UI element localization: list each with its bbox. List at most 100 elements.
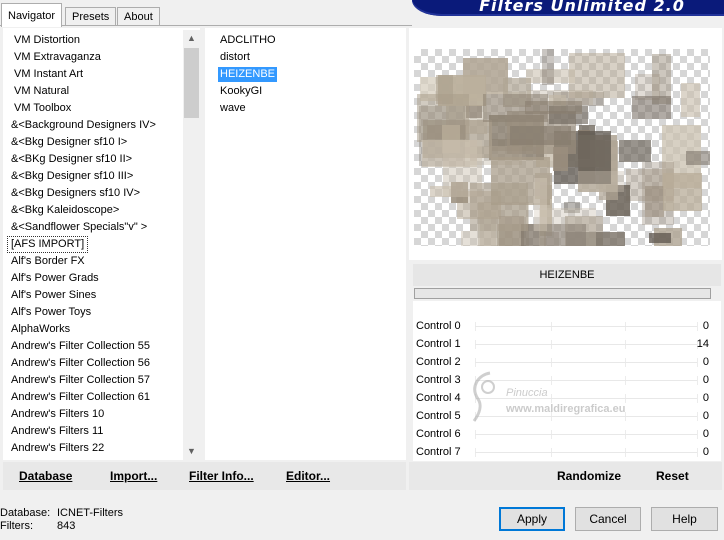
control-slider-row[interactable]: Control 1 14 — [413, 336, 713, 354]
control-label: Control 1 — [416, 338, 461, 350]
category-item[interactable]: [AFS IMPORT] — [6, 236, 89, 253]
control-value: 0 — [702, 428, 709, 440]
control-value: 0 — [702, 446, 709, 458]
category-item[interactable]: Andrew's Filter Collection 56 — [8, 356, 153, 371]
category-item[interactable]: VM Instant Art — [11, 67, 86, 82]
category-item[interactable]: &<Bkg Designer sf10 III> — [8, 169, 136, 184]
filter-item[interactable]: wave — [218, 101, 248, 116]
database-button[interactable]: Database — [19, 469, 72, 483]
tab-presets[interactable]: Presets — [65, 7, 117, 26]
control-value: 0 — [702, 356, 709, 368]
control-tick — [697, 448, 698, 457]
preview-tile — [436, 75, 453, 104]
control-label: Control 7 — [416, 446, 461, 458]
category-item[interactable]: Alf's Power Toys — [8, 305, 94, 320]
preview-tile — [534, 178, 547, 231]
scroll-up-icon[interactable]: ▲ — [183, 30, 200, 47]
filter-info-button[interactable]: Filter Info... — [189, 469, 254, 483]
filter-item[interactable]: distort — [218, 50, 252, 65]
control-value: 14 — [696, 338, 709, 350]
control-slider-row[interactable]: Control 6 0 — [413, 426, 713, 444]
category-item[interactable]: VM Extravaganza — [11, 50, 104, 65]
preview-tile — [422, 140, 477, 167]
preview-tile — [619, 140, 651, 162]
scrollbar-thumb[interactable] — [184, 48, 199, 118]
category-item[interactable]: &<Bkg Designers sf10 IV> — [8, 186, 143, 201]
watermark-logo-icon — [472, 371, 495, 422]
preview-tile — [686, 151, 710, 165]
preview-tile — [663, 173, 702, 211]
category-item[interactable]: &<Bkg Kaleidoscope> — [8, 203, 122, 218]
selected-filter-name: HEIZENBE — [413, 264, 721, 286]
control-label: Control 2 — [416, 356, 461, 368]
category-item[interactable]: VM Natural — [11, 84, 72, 99]
filter-item[interactable]: KookyGI — [218, 84, 264, 99]
filter-item[interactable]: ADCLITHO — [218, 33, 278, 48]
tab-about[interactable]: About — [117, 7, 160, 26]
category-scrollbar[interactable]: ▲ ▼ — [183, 30, 200, 460]
category-item[interactable]: Andrew's Filter Collection 61 — [8, 390, 153, 405]
category-item[interactable]: Alf's Border FX — [8, 254, 88, 269]
preview-image — [414, 49, 710, 246]
watermark-line1: Pinuccia — [506, 387, 548, 399]
help-button[interactable]: Help — [651, 507, 718, 531]
category-item[interactable]: &<BKg Designer sf10 II> — [8, 152, 135, 167]
randomize-button[interactable]: Randomize — [557, 469, 621, 483]
watermark-line2: www.maldiregrafica.eu — [506, 403, 626, 415]
control-value: 0 — [702, 392, 709, 404]
category-item[interactable]: Andrew's Filter Collection 57 — [8, 373, 153, 388]
import-button[interactable]: Import... — [110, 469, 157, 483]
scroll-down-icon[interactable]: ▼ — [183, 443, 200, 460]
control-label: Control 6 — [416, 428, 461, 440]
cancel-button[interactable]: Cancel — [575, 507, 641, 531]
progress-bar — [414, 288, 711, 299]
preview-tile — [470, 183, 528, 231]
control-track[interactable] — [475, 344, 697, 345]
category-item[interactable]: Alf's Power Grads — [8, 271, 102, 286]
filter-item[interactable]: HEIZENBE — [218, 67, 278, 82]
control-label: Control 0 — [416, 320, 461, 332]
control-track[interactable] — [475, 362, 697, 363]
preview-tile — [553, 147, 568, 171]
category-item[interactable]: &<Bkg Designer sf10 I> — [8, 135, 130, 150]
category-item[interactable]: &<Background Designers IV> — [8, 118, 159, 133]
control-label: Control 4 — [416, 392, 461, 404]
preview-tile — [542, 49, 554, 85]
watermark: Pinuccia www.maldiregrafica.eu — [460, 365, 700, 425]
control-tick — [697, 430, 698, 439]
category-item[interactable]: Andrew's Filters 22 — [8, 441, 107, 456]
category-item[interactable]: Andrew's Filter Collection 55 — [8, 339, 153, 354]
category-item[interactable]: Andrew's Filters 3 — [8, 458, 101, 460]
preview-tile — [649, 233, 671, 243]
control-value: 0 — [702, 410, 709, 422]
editor-button[interactable]: Editor... — [286, 469, 330, 483]
control-slider-row[interactable]: Control 7 0 — [413, 444, 713, 462]
control-slider-row[interactable]: Control 0 0 — [413, 318, 713, 336]
category-item[interactable]: Andrew's Filters 10 — [8, 407, 107, 422]
filter-list[interactable]: ADCLITHO distort HEIZENBE KookyGI wave — [205, 28, 406, 460]
category-item[interactable]: Alf's Power Sines — [8, 288, 99, 303]
control-label: Control 5 — [416, 410, 461, 422]
filters-label: Filters: — [0, 520, 33, 532]
category-item[interactable]: VM Distortion — [11, 33, 83, 48]
preview-tile — [632, 96, 671, 119]
banner-title: Filters Unlimited 2.0 — [479, 0, 685, 15]
apply-button[interactable]: Apply — [499, 507, 565, 531]
category-item[interactable]: &<Sandflower Specials"v" > — [8, 220, 150, 235]
category-item[interactable]: Andrew's Filters 11 — [8, 424, 106, 439]
preview-tile — [539, 208, 596, 246]
database-value: ICNET-Filters — [57, 507, 123, 519]
control-tick — [697, 322, 698, 331]
reset-button[interactable]: Reset — [656, 469, 689, 483]
category-item[interactable]: VM Toolbox — [11, 101, 74, 116]
control-value: 0 — [702, 320, 709, 332]
preview-tile — [681, 83, 700, 117]
tab-navigator[interactable]: Navigator — [1, 3, 63, 27]
control-track[interactable] — [475, 434, 697, 435]
category-list[interactable]: VM Distortion VM Extravaganza VM Instant A… — [3, 28, 200, 460]
control-track[interactable] — [475, 452, 697, 453]
control-track[interactable] — [475, 326, 697, 327]
category-item[interactable]: AlphaWorks — [8, 322, 73, 337]
database-label: Database: — [0, 507, 51, 519]
preview-tile — [525, 101, 582, 114]
